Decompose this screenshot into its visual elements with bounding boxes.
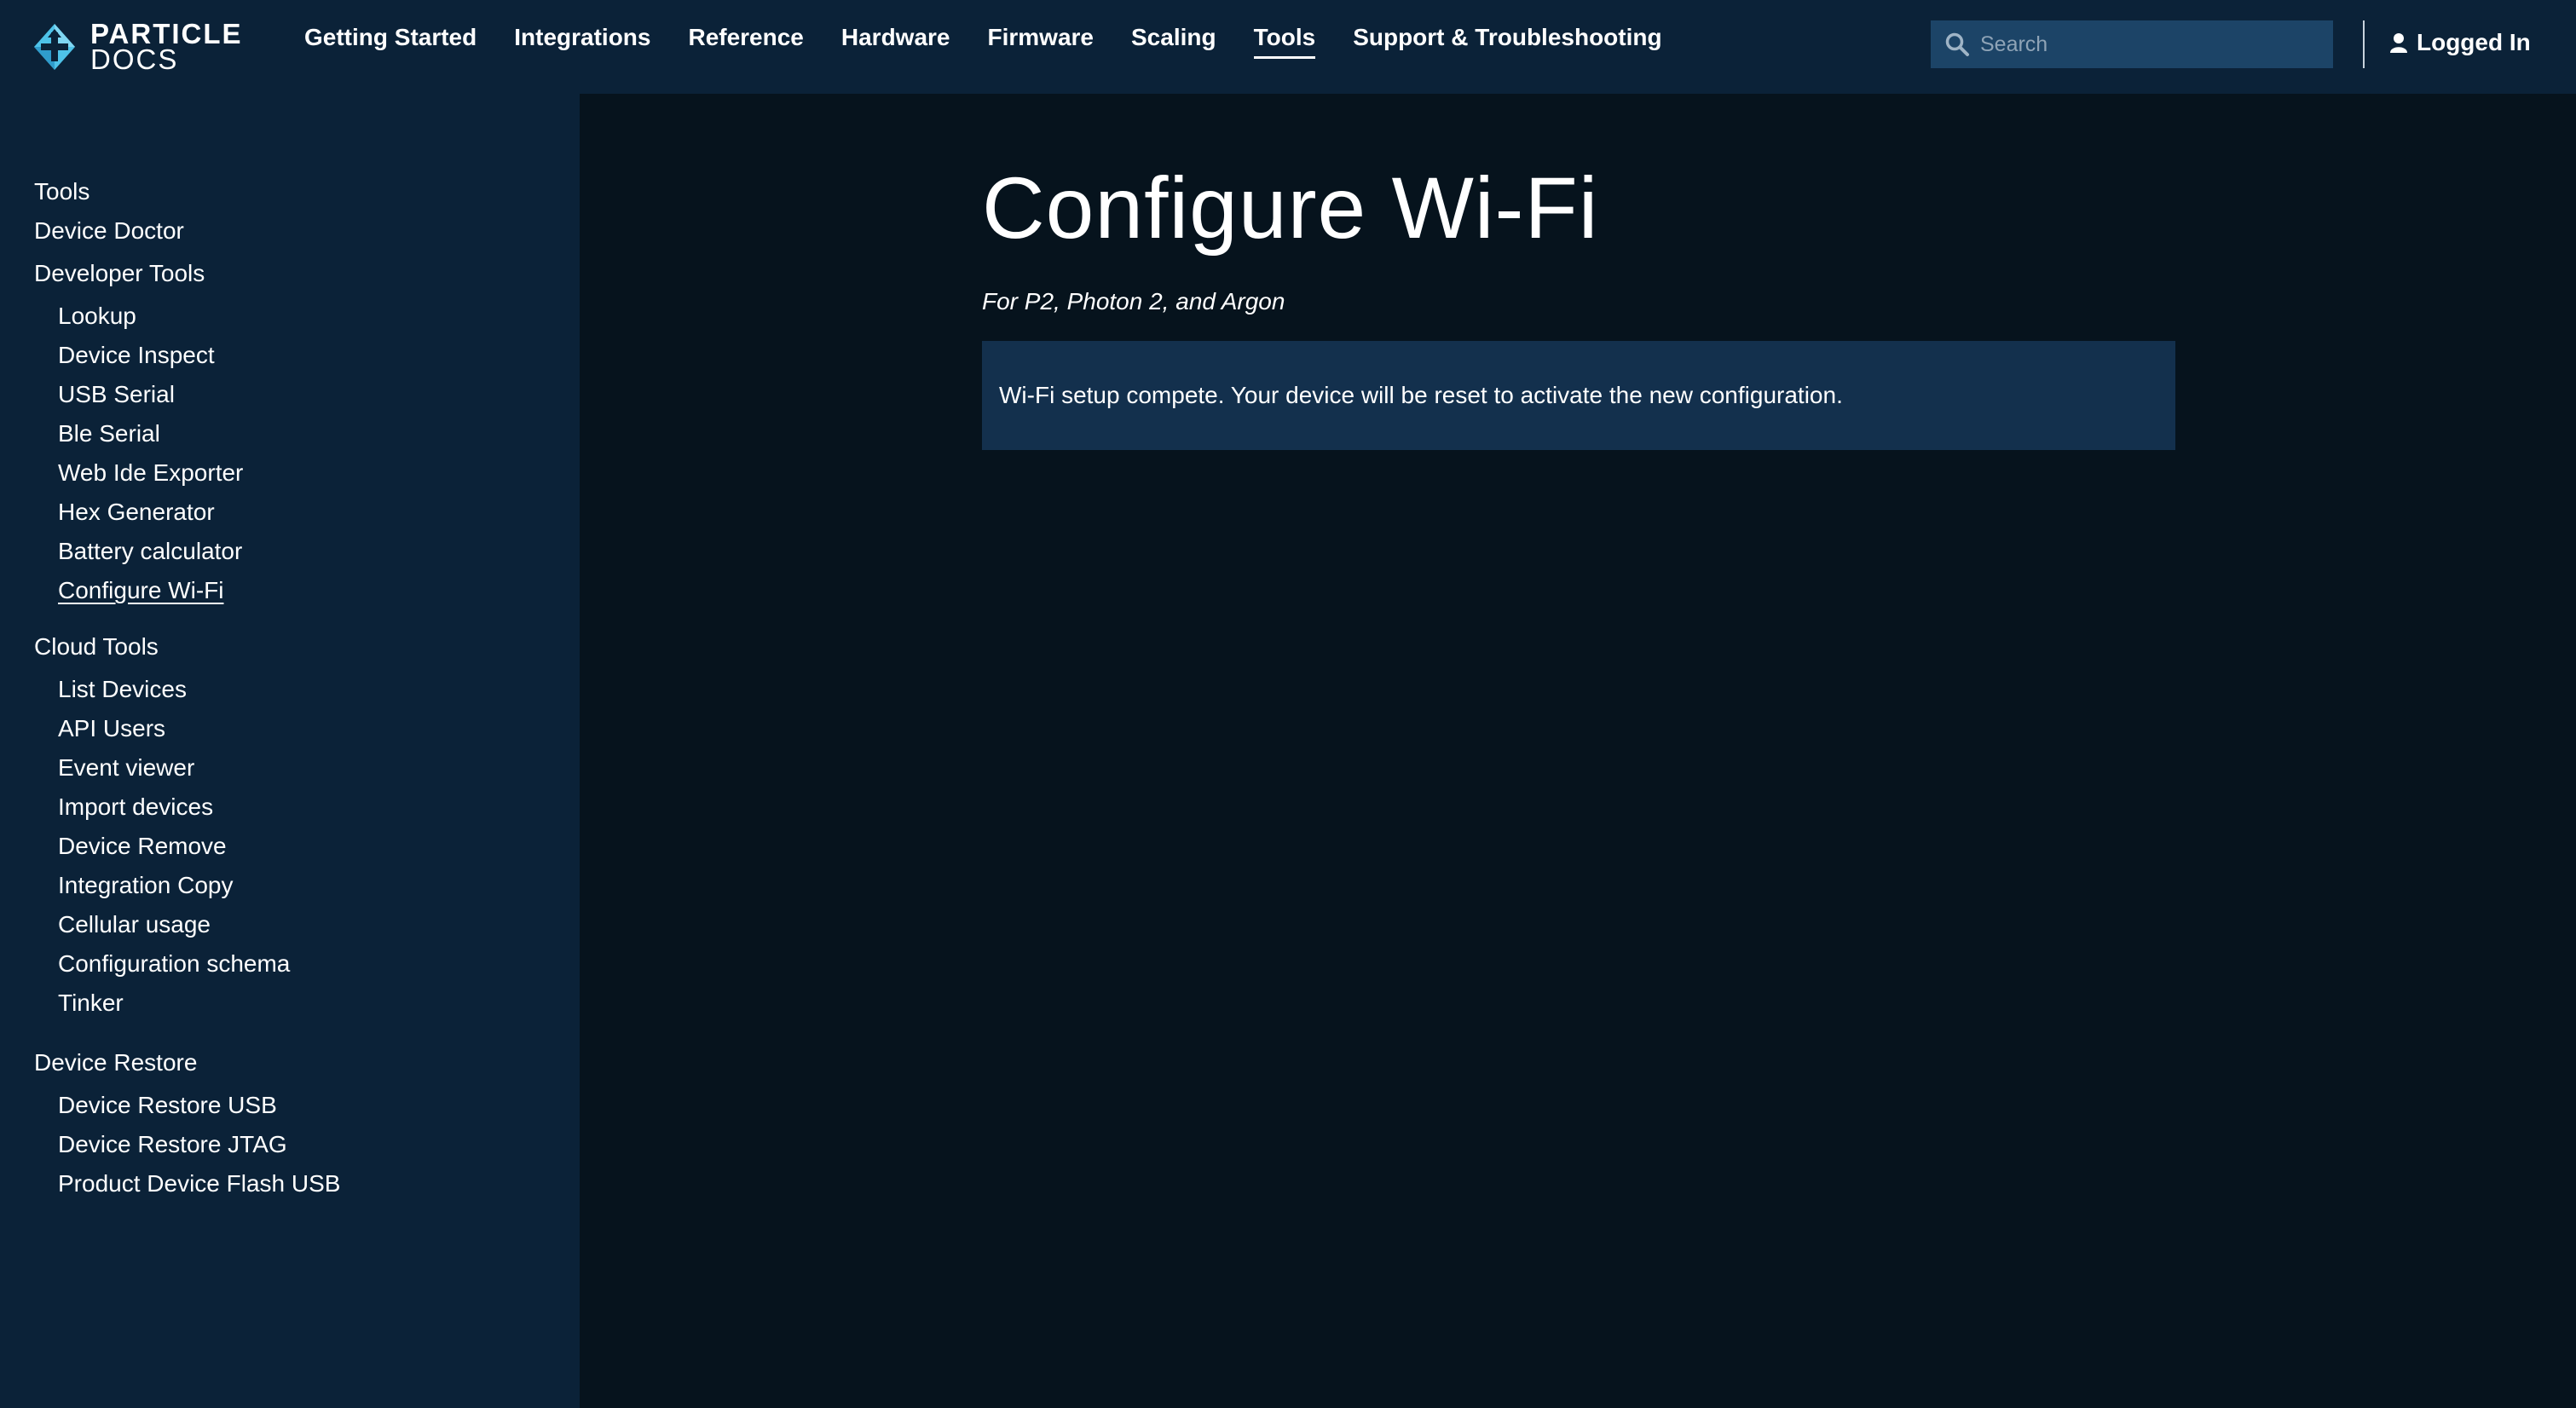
status-notice-text: Wi-Fi setup compete. Your device will be… (999, 382, 1843, 408)
sidebar-item-device-remove[interactable]: Device Remove (58, 833, 227, 860)
sidebar-item-api-users[interactable]: API Users (58, 715, 165, 742)
sidebar-item-tinker[interactable]: Tinker (58, 990, 124, 1017)
sidebar-item-tools[interactable]: Tools (34, 178, 90, 205)
sidebar-item-device-restore-jtag[interactable]: Device Restore JTAG (58, 1131, 287, 1158)
sidebar-item-cellular-usage[interactable]: Cellular usage (58, 911, 211, 938)
sidebar-item-integration-copy[interactable]: Integration Copy (58, 872, 233, 899)
sidebar-item-hex-generator[interactable]: Hex Generator (58, 499, 215, 526)
sidebar-item-device-inspect[interactable]: Device Inspect (58, 342, 215, 369)
sidebar-item-event-viewer[interactable]: Event viewer (58, 754, 194, 782)
nav-hardware[interactable]: Hardware (841, 24, 950, 59)
sidebar-item-configure-wifi[interactable]: Configure Wi-Fi (58, 577, 223, 604)
sidebar-item-battery-calculator[interactable]: Battery calculator (58, 538, 242, 565)
nav-firmware[interactable]: Firmware (988, 24, 1095, 59)
user-icon (2390, 33, 2407, 53)
page-subtitle: For P2, Photon 2, and Argon (982, 288, 1285, 314)
sidebar-item-list-devices[interactable]: List Devices (58, 676, 187, 703)
nav-scaling[interactable]: Scaling (1131, 24, 1216, 59)
logo-text: PARTICLE DOCS (90, 20, 243, 75)
particle-logo[interactable]: PARTICLE DOCS (32, 20, 243, 73)
search-box[interactable] (1931, 20, 2333, 68)
sidebar-item-web-ide-exporter[interactable]: Web Ide Exporter (58, 459, 243, 487)
user-label: Logged In (2417, 29, 2531, 55)
sidebar-group-cloud-tools[interactable]: Cloud Tools (34, 633, 159, 661)
page-title: Configure Wi-Fi (982, 159, 1599, 257)
sidebar-group-device-restore[interactable]: Device Restore (34, 1049, 197, 1076)
sidebar-item-product-device-flash-usb[interactable]: Product Device Flash USB (58, 1170, 340, 1197)
user-menu[interactable]: Logged In (2389, 29, 2531, 56)
sidebar-item-import-devices[interactable]: Import devices (58, 793, 213, 821)
top-nav: Getting Started Integrations Reference H… (304, 24, 1700, 59)
logo-line-2: DOCS (90, 43, 179, 75)
sidebar-item-lookup[interactable]: Lookup (58, 303, 136, 330)
sidebar-item-device-restore-usb[interactable]: Device Restore USB (58, 1092, 277, 1119)
sidebar-item-usb-serial[interactable]: USB Serial (58, 381, 175, 408)
header-divider (2363, 20, 2365, 68)
nav-getting-started[interactable]: Getting Started (304, 24, 477, 59)
top-header: PARTICLE DOCS Getting Started Integratio… (0, 0, 2576, 94)
search-icon (1945, 32, 1969, 56)
nav-integrations[interactable]: Integrations (514, 24, 650, 59)
sidebar-item-configuration-schema[interactable]: Configuration schema (58, 950, 290, 978)
status-notice: Wi-Fi setup compete. Your device will be… (982, 341, 2175, 450)
search-input[interactable] (1978, 31, 2319, 58)
sidebar-group-developer-tools[interactable]: Developer Tools (34, 260, 205, 287)
nav-support-troubleshooting[interactable]: Support & Troubleshooting (1353, 24, 1661, 59)
nav-tools[interactable]: Tools (1253, 24, 1316, 59)
sidebar-item-device-doctor[interactable]: Device Doctor (34, 217, 184, 245)
sidebar-item-ble-serial[interactable]: Ble Serial (58, 420, 160, 447)
sidebar: Tools Device Doctor Developer Tools Look… (0, 94, 580, 1408)
nav-reference[interactable]: Reference (688, 24, 803, 59)
particle-logo-icon (34, 24, 75, 70)
